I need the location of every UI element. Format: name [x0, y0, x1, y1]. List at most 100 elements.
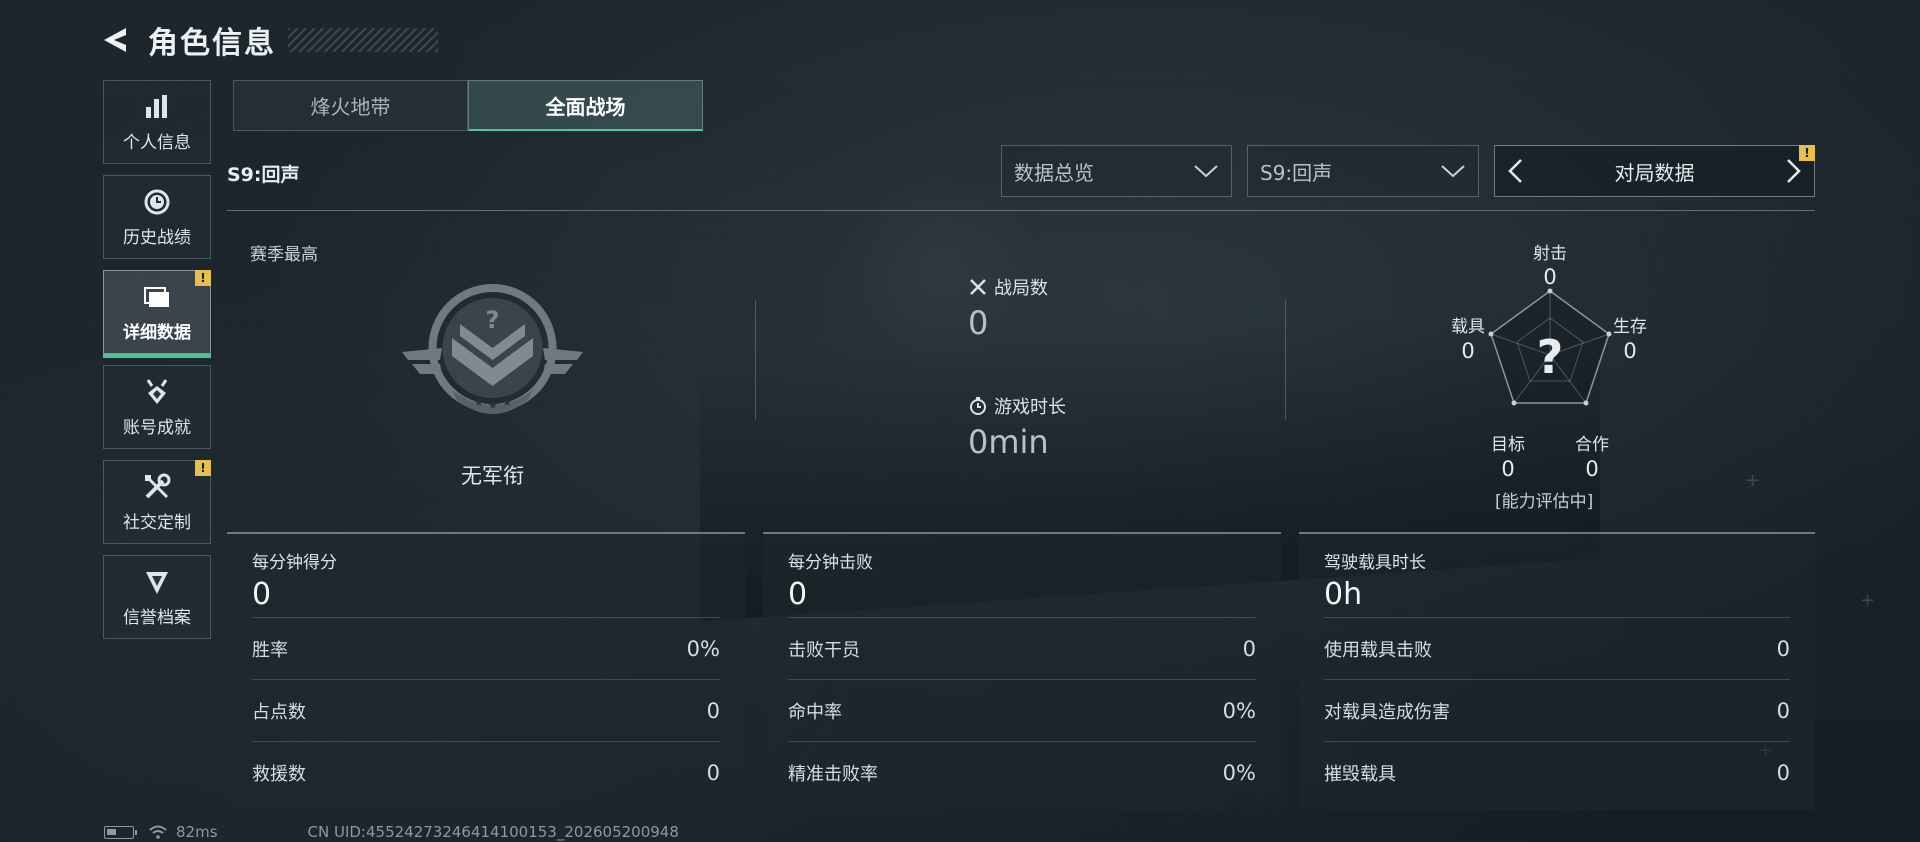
- folder-icon: [142, 282, 172, 312]
- stats-card-vehicle: 驾驶载具时长 0h 使用载具击败 0 对载具造成伤害 0 摧毁载具 0: [1299, 532, 1815, 810]
- stat-row: 救援数 0: [252, 741, 720, 803]
- medal-icon: [142, 377, 172, 407]
- playtime-label: 游戏时长: [994, 397, 1066, 418]
- stat-row: 对载具造成伤害 0: [1324, 679, 1790, 741]
- season-title: S9:回声: [227, 164, 300, 186]
- tab-warzone[interactable]: 烽火地带: [233, 80, 468, 131]
- stats-card-kills: 每分钟击败 0 击败干员 0 命中率 0% 精准击败率 0%: [763, 532, 1281, 810]
- title-decoration: [288, 28, 438, 52]
- radar-value-cooperation: 0: [1585, 457, 1599, 481]
- sidebar-item-detailed-data[interactable]: 详细数据 !: [103, 270, 211, 358]
- stopwatch-icon: [968, 396, 988, 416]
- season-best-label: 赛季最高: [250, 245, 318, 265]
- stat-row-label: 击败干员: [788, 639, 860, 661]
- ping-value: 82ms: [176, 823, 218, 841]
- stat-row-value: 0: [706, 698, 720, 723]
- alert-badge: !: [1799, 145, 1815, 161]
- matches-label: 战局数: [994, 278, 1048, 299]
- battery-icon: [104, 825, 137, 839]
- svg-text:★: ★: [502, 396, 512, 409]
- stat-row-value: 0: [1776, 636, 1790, 661]
- season-select[interactable]: S9:回声: [1247, 145, 1479, 197]
- rank-emblem-icon: ? ★ ★ ★: [400, 278, 585, 418]
- stat-row-label: 命中率: [788, 701, 842, 723]
- sidebar-item-history[interactable]: 历史战绩: [103, 175, 211, 259]
- mode-tabs: 烽火地带 全面战场: [233, 80, 703, 131]
- sidebar-item-label: 历史战绩: [123, 227, 191, 248]
- radar-label-cooperation: 合作: [1575, 435, 1609, 455]
- matches-stat: 战局数 0: [968, 274, 1048, 342]
- stat-row-value: 0: [706, 760, 720, 785]
- view-select[interactable]: 数据总览: [1001, 145, 1232, 197]
- card-main-value: 0: [788, 577, 808, 612]
- data-type-label: 对局数据: [1614, 160, 1695, 185]
- ability-radar: ? 射击 0 生存 0 合作 0 目标 0 载具 0 [能力评估中]: [1440, 235, 1660, 515]
- sidebar-item-personal-info[interactable]: 个人信息: [103, 80, 211, 164]
- shield-badge-icon: [142, 567, 172, 597]
- sidebar-nav: 个人信息 历史战绩 详细数据 ! 账号成就 社交定制 ! 信誉档案: [103, 80, 211, 650]
- page-header: 角色信息: [100, 18, 438, 62]
- overview-divider: [1285, 300, 1286, 420]
- sidebar-item-achievements[interactable]: 账号成就: [103, 365, 211, 449]
- bar-chart-icon: [142, 92, 172, 122]
- stat-row-label: 救援数: [252, 763, 306, 785]
- crossed-swords-icon: [968, 277, 988, 297]
- background-cross-mark: +: [1860, 590, 1876, 611]
- card-title: 每分钟击败: [788, 553, 873, 573]
- radar-value-vehicle: 0: [1461, 339, 1475, 363]
- radar-value-survival: 0: [1623, 339, 1637, 363]
- wifi-icon: [148, 825, 168, 839]
- stat-row-label: 使用载具击败: [1324, 639, 1432, 661]
- page-title: 角色信息: [148, 26, 276, 61]
- stat-row-value: 0%: [1222, 760, 1256, 785]
- data-type-stepper: 对局数据 !: [1494, 145, 1815, 197]
- card-main-value: 0h: [1324, 577, 1363, 612]
- card-main-value: 0: [252, 577, 272, 612]
- alert-badge: !: [195, 460, 211, 476]
- card-title: 驾驶载具时长: [1324, 553, 1426, 573]
- sidebar-item-label: 详细数据: [123, 322, 191, 343]
- sidebar-item-label: 信誉档案: [123, 607, 191, 628]
- stats-card-score: 每分钟得分 0 胜率 0% 占点数 0 救援数 0: [227, 532, 745, 810]
- back-arrow-icon[interactable]: [100, 24, 132, 56]
- sidebar-item-label: 个人信息: [123, 132, 191, 153]
- stat-row: 精准击败率 0%: [788, 741, 1256, 803]
- sidebar-item-reputation[interactable]: 信誉档案: [103, 555, 211, 639]
- stat-row: 摧毁载具 0: [1324, 741, 1790, 803]
- stat-row-value: 0: [1242, 636, 1256, 661]
- overview-divider: [755, 300, 756, 420]
- stat-row: 占点数 0: [252, 679, 720, 741]
- sidebar-item-label: 社交定制: [123, 512, 191, 533]
- user-uid: CN UID:4552427324641410015­3_20260520094…: [307, 823, 679, 841]
- stat-row-label: 精准击败率: [788, 763, 878, 785]
- stat-row-label: 摧毁载具: [1324, 763, 1396, 785]
- radar-center-mark: ?: [1536, 330, 1564, 384]
- rank-name: 无军衔: [461, 464, 524, 488]
- radar-label-objective: 目标: [1491, 435, 1525, 455]
- stat-row: 命中率 0%: [788, 679, 1256, 741]
- stat-row-label: 胜率: [252, 639, 288, 661]
- radar-label-shooting: 射击: [1533, 244, 1567, 264]
- radar-value-objective: 0: [1501, 457, 1515, 481]
- radar-label-survival: 生存: [1613, 317, 1647, 337]
- chevron-down-icon: [1440, 159, 1466, 183]
- sidebar-item-social-customization[interactable]: 社交定制 !: [103, 460, 211, 544]
- background-cross-mark: +: [1745, 470, 1761, 491]
- svg-text:★: ★: [488, 399, 498, 412]
- stat-row-value: 0: [1776, 698, 1790, 723]
- tab-full-battlefield[interactable]: 全面战场: [468, 80, 703, 131]
- stat-row-label: 对载具造成伤害: [1324, 701, 1450, 723]
- section-divider: [227, 210, 1815, 211]
- chevron-down-icon: [1193, 159, 1219, 183]
- svg-text:?: ?: [486, 306, 500, 334]
- alert-badge: !: [195, 270, 211, 286]
- status-bar: 82ms CN UID:4552427324641410015­3_202605…: [104, 823, 679, 841]
- playtime-value: 0min: [968, 423, 1049, 461]
- radar-label-vehicle: 载具: [1451, 317, 1485, 337]
- stat-row-value: 0: [1776, 760, 1790, 785]
- history-clock-icon: [142, 187, 172, 217]
- card-title: 每分钟得分: [252, 553, 337, 573]
- chevron-left-icon[interactable]: [1503, 156, 1527, 186]
- stat-row-value: 0%: [1222, 698, 1256, 723]
- stat-row-label: 占点数: [252, 701, 306, 723]
